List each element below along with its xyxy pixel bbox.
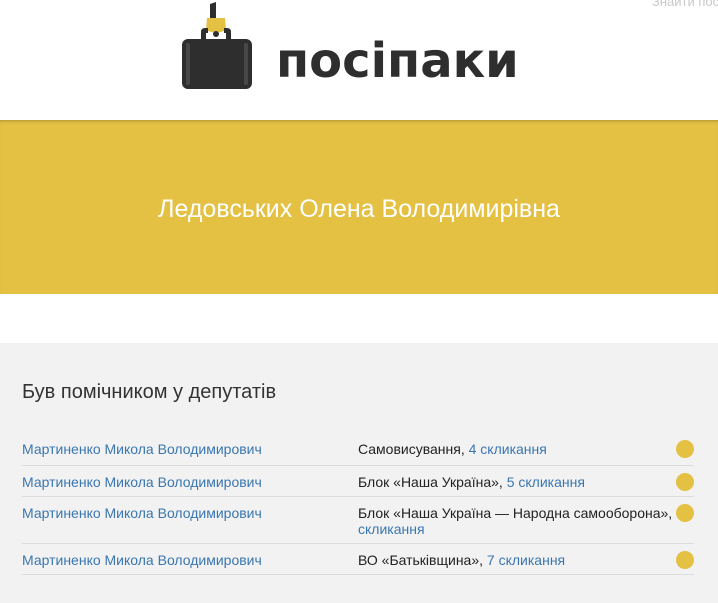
- faction-name: Самовисування: [358, 441, 461, 457]
- faction-info: ВО «Батьківщина», 7 скликання: [358, 552, 674, 568]
- list-item: Мартиненко Микола Володимирович Самовису…: [22, 431, 694, 466]
- faction-name: Блок «Наша Україна — Народна самооборона…: [358, 505, 669, 521]
- convocation-link[interactable]: 4 скликання: [469, 441, 547, 457]
- logo-wordmark: посіпаки: [276, 33, 519, 89]
- separator: ,: [479, 552, 487, 568]
- status-dot-icon: [676, 440, 694, 458]
- status-dot-icon: [676, 504, 694, 522]
- status-dot-icon: [676, 473, 694, 491]
- deputy-link[interactable]: Мартиненко Микола Володимирович: [22, 552, 262, 568]
- faction-info: Блок «Наша Україна — Народна самооборона…: [358, 505, 674, 537]
- convocation-link[interactable]: 5 скликання: [507, 474, 585, 490]
- faction-info: Самовисування, 4 скликання: [358, 441, 674, 457]
- faction-name: Блок «Наша Україна»: [358, 474, 499, 490]
- list-item: Мартиненко Микола Володимирович ВО «Бать…: [22, 544, 694, 575]
- assistant-section: Був помічником у депутатів Мартиненко Ми…: [0, 343, 718, 603]
- status-dot-icon: [676, 551, 694, 569]
- faction-info: Блок «Наша Україна», 5 скликання: [358, 474, 674, 490]
- separator: ,: [498, 474, 507, 490]
- deputy-link[interactable]: Мартиненко Микола Володимирович: [22, 441, 262, 457]
- faction-name: ВО «Батьківщина»: [358, 552, 480, 568]
- separator: ,: [460, 441, 469, 457]
- site-header: Знайти пос посіпаки: [0, 0, 718, 120]
- list-item: Мартиненко Микола Володимирович Блок «На…: [22, 497, 694, 544]
- deputy-link[interactable]: Мартиненко Микола Володимирович: [22, 474, 262, 490]
- briefcase-icon: [182, 2, 252, 89]
- deputy-link[interactable]: Мартиненко Микола Володимирович: [22, 505, 262, 521]
- section-title: Був помічником у депутатів: [22, 381, 277, 403]
- list-item: Мартиненко Микола Володимирович Блок «На…: [22, 466, 694, 497]
- search-link[interactable]: Знайти пос: [652, 0, 718, 9]
- separator: ,: [668, 505, 673, 521]
- convocation-link[interactable]: скликання: [358, 521, 425, 537]
- site-logo[interactable]: посіпаки: [180, 2, 540, 92]
- person-name: Ледовських Олена Володимирівна: [158, 195, 560, 223]
- convocation-link[interactable]: 7 скликання: [487, 552, 565, 568]
